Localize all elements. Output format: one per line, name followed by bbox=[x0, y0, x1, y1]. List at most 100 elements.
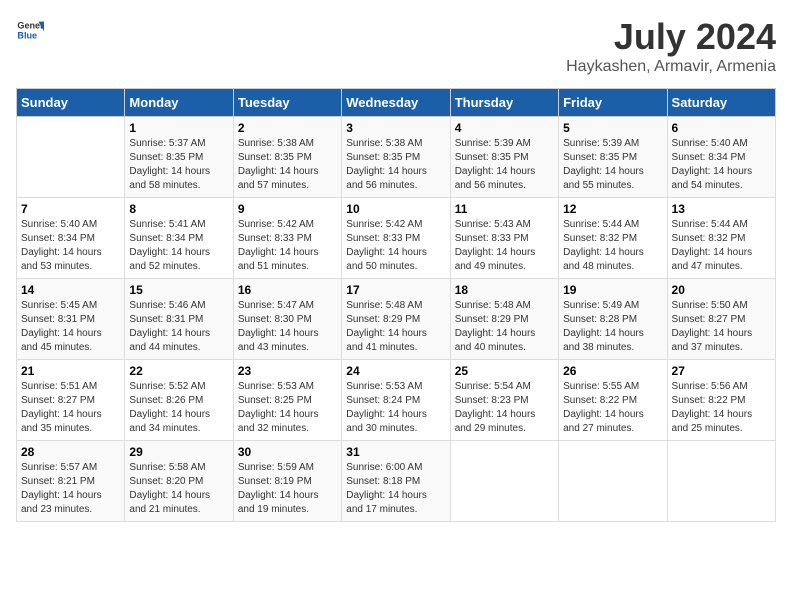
day-info: Sunrise: 5:49 AM Sunset: 8:28 PM Dayligh… bbox=[563, 299, 662, 355]
calendar-cell: 17 Sunrise: 5:48 AM Sunset: 8:29 PM Dayli… bbox=[342, 279, 450, 360]
calendar-cell: 14 Sunrise: 5:45 AM Sunset: 8:31 PM Dayli… bbox=[17, 279, 125, 360]
day-number: 18 bbox=[455, 283, 554, 297]
day-number: 2 bbox=[238, 121, 337, 135]
calendar-cell bbox=[559, 441, 667, 522]
title-area: July 2024 Haykashen, Armavir, Armenia bbox=[566, 16, 776, 76]
logo: General Blue bbox=[16, 16, 44, 44]
calendar-cell: 27 Sunrise: 5:56 AM Sunset: 8:22 PM Dayli… bbox=[667, 360, 775, 441]
day-info: Sunrise: 5:58 AM Sunset: 8:20 PM Dayligh… bbox=[129, 461, 228, 517]
weekday-friday: Friday bbox=[559, 89, 667, 117]
day-number: 29 bbox=[129, 445, 228, 459]
calendar-cell: 10 Sunrise: 5:42 AM Sunset: 8:33 PM Dayli… bbox=[342, 198, 450, 279]
calendar-week-2: 7 Sunrise: 5:40 AM Sunset: 8:34 PM Daylig… bbox=[17, 198, 776, 279]
month-title: July 2024 bbox=[566, 16, 776, 58]
day-info: Sunrise: 5:40 AM Sunset: 8:34 PM Dayligh… bbox=[672, 137, 771, 193]
day-number: 26 bbox=[563, 364, 662, 378]
calendar-cell: 16 Sunrise: 5:47 AM Sunset: 8:30 PM Dayli… bbox=[233, 279, 341, 360]
day-number: 9 bbox=[238, 202, 337, 216]
calendar-cell: 4Sunrise: 5:39 AM Sunset: 8:35 PM Daylig… bbox=[450, 117, 558, 198]
day-info: Sunrise: 5:53 AM Sunset: 8:24 PM Dayligh… bbox=[346, 380, 445, 436]
day-number: 22 bbox=[129, 364, 228, 378]
day-number: 1 bbox=[129, 121, 228, 135]
day-number: 12 bbox=[563, 202, 662, 216]
weekday-saturday: Saturday bbox=[667, 89, 775, 117]
page-header: General Blue July 2024 Haykashen, Armavi… bbox=[16, 16, 776, 76]
calendar-table: SundayMondayTuesdayWednesdayThursdayFrid… bbox=[16, 88, 776, 522]
day-info: Sunrise: 5:39 AM Sunset: 8:35 PM Dayligh… bbox=[455, 137, 554, 193]
calendar-week-4: 21 Sunrise: 5:51 AM Sunset: 8:27 PM Dayli… bbox=[17, 360, 776, 441]
calendar-cell: 8Sunrise: 5:41 AM Sunset: 8:34 PM Daylig… bbox=[125, 198, 233, 279]
weekday-sunday: Sunday bbox=[17, 89, 125, 117]
day-number: 10 bbox=[346, 202, 445, 216]
calendar-cell bbox=[17, 117, 125, 198]
location-title: Haykashen, Armavir, Armenia bbox=[566, 58, 776, 76]
day-info: Sunrise: 5:50 AM Sunset: 8:27 PM Dayligh… bbox=[672, 299, 771, 355]
day-number: 3 bbox=[346, 121, 445, 135]
day-info: Sunrise: 5:48 AM Sunset: 8:29 PM Dayligh… bbox=[455, 299, 554, 355]
day-info: Sunrise: 5:45 AM Sunset: 8:31 PM Dayligh… bbox=[21, 299, 120, 355]
day-info: Sunrise: 5:40 AM Sunset: 8:34 PM Dayligh… bbox=[21, 218, 120, 274]
calendar-body: 1 Sunrise: 5:37 AM Sunset: 8:35 PM Daylig… bbox=[17, 117, 776, 522]
day-info: Sunrise: 5:43 AM Sunset: 8:33 PM Dayligh… bbox=[455, 218, 554, 274]
svg-text:Blue: Blue bbox=[17, 30, 37, 40]
day-info: Sunrise: 5:37 AM Sunset: 8:35 PM Dayligh… bbox=[129, 137, 228, 193]
day-number: 7 bbox=[21, 202, 120, 216]
day-number: 16 bbox=[238, 283, 337, 297]
calendar-cell: 15Sunrise: 5:46 AM Sunset: 8:31 PM Dayli… bbox=[125, 279, 233, 360]
day-info: Sunrise: 5:38 AM Sunset: 8:35 PM Dayligh… bbox=[238, 137, 337, 193]
calendar-cell: 24 Sunrise: 5:53 AM Sunset: 8:24 PM Dayli… bbox=[342, 360, 450, 441]
day-info: Sunrise: 5:53 AM Sunset: 8:25 PM Dayligh… bbox=[238, 380, 337, 436]
day-number: 21 bbox=[21, 364, 120, 378]
calendar-cell: 12Sunrise: 5:44 AM Sunset: 8:32 PM Dayli… bbox=[559, 198, 667, 279]
day-info: Sunrise: 5:44 AM Sunset: 8:32 PM Dayligh… bbox=[672, 218, 771, 274]
day-info: Sunrise: 5:42 AM Sunset: 8:33 PM Dayligh… bbox=[346, 218, 445, 274]
day-number: 17 bbox=[346, 283, 445, 297]
calendar-cell: 26 Sunrise: 5:55 AM Sunset: 8:22 PM Dayli… bbox=[559, 360, 667, 441]
calendar-cell: 30Sunrise: 5:59 AM Sunset: 8:19 PM Dayli… bbox=[233, 441, 341, 522]
calendar-cell: 18 Sunrise: 5:48 AM Sunset: 8:29 PM Dayli… bbox=[450, 279, 558, 360]
day-info: Sunrise: 5:57 AM Sunset: 8:21 PM Dayligh… bbox=[21, 461, 120, 517]
day-number: 25 bbox=[455, 364, 554, 378]
day-info: Sunrise: 5:38 AM Sunset: 8:35 PM Dayligh… bbox=[346, 137, 445, 193]
day-number: 23 bbox=[238, 364, 337, 378]
calendar-cell: 22Sunrise: 5:52 AM Sunset: 8:26 PM Dayli… bbox=[125, 360, 233, 441]
weekday-header-row: SundayMondayTuesdayWednesdayThursdayFrid… bbox=[17, 89, 776, 117]
day-number: 13 bbox=[672, 202, 771, 216]
day-info: Sunrise: 5:39 AM Sunset: 8:35 PM Dayligh… bbox=[563, 137, 662, 193]
calendar-cell: 5Sunrise: 5:39 AM Sunset: 8:35 PM Daylig… bbox=[559, 117, 667, 198]
calendar-cell bbox=[450, 441, 558, 522]
day-number: 24 bbox=[346, 364, 445, 378]
weekday-wednesday: Wednesday bbox=[342, 89, 450, 117]
day-info: Sunrise: 5:56 AM Sunset: 8:22 PM Dayligh… bbox=[672, 380, 771, 436]
day-number: 19 bbox=[563, 283, 662, 297]
day-info: Sunrise: 5:51 AM Sunset: 8:27 PM Dayligh… bbox=[21, 380, 120, 436]
calendar-cell: 28 Sunrise: 5:57 AM Sunset: 8:21 PM Dayli… bbox=[17, 441, 125, 522]
day-info: Sunrise: 5:48 AM Sunset: 8:29 PM Dayligh… bbox=[346, 299, 445, 355]
calendar-week-5: 28 Sunrise: 5:57 AM Sunset: 8:21 PM Dayli… bbox=[17, 441, 776, 522]
calendar-cell: 23 Sunrise: 5:53 AM Sunset: 8:25 PM Dayli… bbox=[233, 360, 341, 441]
calendar-cell: 7 Sunrise: 5:40 AM Sunset: 8:34 PM Daylig… bbox=[17, 198, 125, 279]
day-info: Sunrise: 5:54 AM Sunset: 8:23 PM Dayligh… bbox=[455, 380, 554, 436]
day-number: 14 bbox=[21, 283, 120, 297]
calendar-cell: 19 Sunrise: 5:49 AM Sunset: 8:28 PM Dayli… bbox=[559, 279, 667, 360]
logo-icon: General Blue bbox=[16, 16, 44, 44]
calendar-cell: 13 Sunrise: 5:44 AM Sunset: 8:32 PM Dayli… bbox=[667, 198, 775, 279]
day-number: 30 bbox=[238, 445, 337, 459]
day-info: Sunrise: 6:00 AM Sunset: 8:18 PM Dayligh… bbox=[346, 461, 445, 517]
calendar-cell: 25 Sunrise: 5:54 AM Sunset: 8:23 PM Dayli… bbox=[450, 360, 558, 441]
calendar-cell: 21 Sunrise: 5:51 AM Sunset: 8:27 PM Dayli… bbox=[17, 360, 125, 441]
day-number: 8 bbox=[129, 202, 228, 216]
day-info: Sunrise: 5:47 AM Sunset: 8:30 PM Dayligh… bbox=[238, 299, 337, 355]
day-number: 31 bbox=[346, 445, 445, 459]
calendar-cell: 6Sunrise: 5:40 AM Sunset: 8:34 PM Daylig… bbox=[667, 117, 775, 198]
calendar-cell: 20Sunrise: 5:50 AM Sunset: 8:27 PM Dayli… bbox=[667, 279, 775, 360]
day-number: 11 bbox=[455, 202, 554, 216]
weekday-tuesday: Tuesday bbox=[233, 89, 341, 117]
day-info: Sunrise: 5:55 AM Sunset: 8:22 PM Dayligh… bbox=[563, 380, 662, 436]
calendar-cell: 2 Sunrise: 5:38 AM Sunset: 8:35 PM Daylig… bbox=[233, 117, 341, 198]
day-number: 27 bbox=[672, 364, 771, 378]
calendar-week-1: 1 Sunrise: 5:37 AM Sunset: 8:35 PM Daylig… bbox=[17, 117, 776, 198]
day-number: 28 bbox=[21, 445, 120, 459]
day-info: Sunrise: 5:42 AM Sunset: 8:33 PM Dayligh… bbox=[238, 218, 337, 274]
weekday-thursday: Thursday bbox=[450, 89, 558, 117]
